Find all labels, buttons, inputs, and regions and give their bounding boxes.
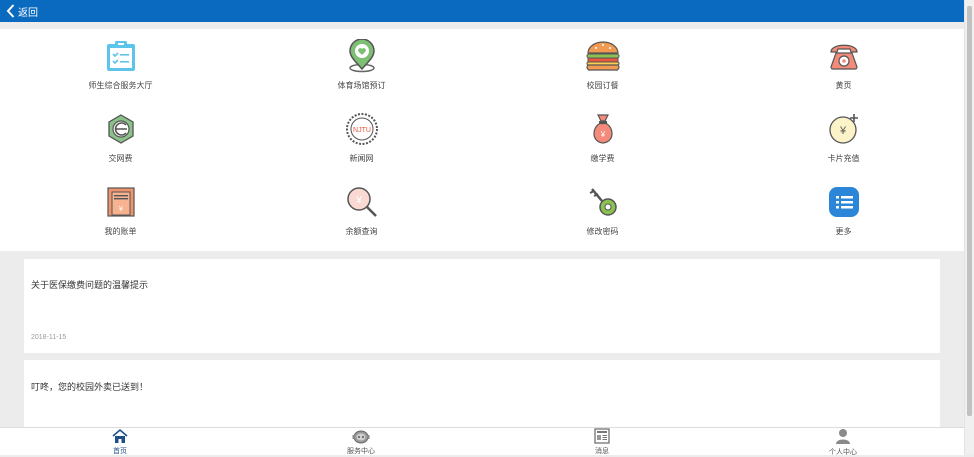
- grid-item-my-bill[interactable]: ¥ 我的账单: [0, 184, 241, 246]
- seal-text: NJTU: [353, 127, 371, 134]
- key-icon: [585, 184, 621, 220]
- grid-item-change-password[interactable]: 修改密码: [482, 184, 723, 246]
- tab-label: 服务中心: [347, 448, 375, 455]
- grid-item-card-recharge[interactable]: ¥ 卡片充值: [723, 111, 964, 173]
- tab-profile[interactable]: 个人中心: [783, 428, 903, 456]
- newspaper-icon: [594, 428, 610, 444]
- svg-text:¥: ¥: [119, 206, 123, 213]
- grid-item-tuition[interactable]: ¥ 缴学费: [482, 111, 723, 173]
- more-list-icon: [826, 184, 862, 220]
- burger-icon: [585, 38, 621, 74]
- grid-item-label: 黄页: [835, 81, 852, 90]
- grid-item-label: 余额查询: [345, 227, 378, 236]
- tab-service-center[interactable]: 服务中心: [301, 428, 421, 455]
- back-label: 返回: [18, 7, 38, 19]
- grid-item-label: 师生综合服务大厅: [88, 81, 153, 90]
- svg-text:¥: ¥: [838, 125, 846, 137]
- grid-item-label: 体育场馆预订: [337, 81, 386, 90]
- grid-item-more[interactable]: 更多: [723, 184, 964, 246]
- grid-item-label: 我的账单: [104, 227, 137, 236]
- e-network-icon: [103, 111, 139, 147]
- tab-messages[interactable]: 消息: [542, 428, 662, 455]
- grid-item-label: 卡片充值: [827, 154, 860, 163]
- grid-item-label: 校园订餐: [586, 81, 619, 90]
- telephone-icon: [826, 38, 862, 74]
- notice-title: 叮咚，您的校园外卖已送到！: [31, 382, 149, 392]
- clipboard-checklist-icon: [103, 38, 139, 74]
- grid-item-balance[interactable]: ¥ 余额查询: [241, 184, 482, 246]
- svg-text:¥: ¥: [355, 195, 362, 206]
- notice-card[interactable]: 关于医保缴费问题的温馨提示 2018-11-15: [24, 259, 940, 353]
- service-robot-icon: [352, 428, 370, 444]
- scrollbar-thumb[interactable]: [967, 6, 972, 416]
- scrollbar[interactable]: [964, 0, 974, 454]
- bottom-nav: 首页 服务中心 消息 个人中心: [0, 427, 964, 456]
- grid-item-yellow-pages[interactable]: 黄页: [723, 38, 964, 100]
- grid-item-label: 交网费: [108, 154, 133, 163]
- tab-home[interactable]: 首页: [60, 428, 180, 455]
- notice-card[interactable]: 叮咚，您的校园外卖已送到！: [24, 360, 940, 427]
- grid-item-venue-booking[interactable]: 体育场馆预订: [241, 38, 482, 100]
- tab-label: 消息: [595, 448, 609, 455]
- grid-item-label: 缴学费: [590, 154, 615, 163]
- svg-text:¥: ¥: [599, 130, 605, 139]
- money-bag-icon: ¥: [585, 111, 621, 147]
- person-icon: [835, 428, 851, 445]
- grid-item-campus-meal[interactable]: 校园订餐: [482, 38, 723, 100]
- grid-item-label: 更多: [835, 227, 852, 236]
- top-bar: 返回: [0, 0, 964, 22]
- chevron-left-icon: [6, 4, 15, 18]
- tab-label: 首页: [113, 448, 127, 455]
- tab-label: 个人中心: [829, 449, 857, 456]
- balance-search-icon: ¥: [344, 184, 380, 220]
- location-pin-heart-icon: [344, 38, 380, 74]
- bill-icon: ¥: [103, 184, 139, 220]
- home-icon: [112, 428, 128, 444]
- grid-item-label: 修改密码: [586, 227, 619, 236]
- notice-title: 关于医保缴费问题的温馨提示: [31, 280, 149, 290]
- notice-date: 2018-11-15: [31, 334, 67, 341]
- grid-item-service-hall[interactable]: 师生综合服务大厅: [0, 38, 241, 100]
- grid-item-network-fee[interactable]: 交网费: [0, 111, 241, 173]
- back-button[interactable]: 返回: [0, 4, 38, 19]
- service-grid: 师生综合服务大厅 体育场馆预订 校园订餐 黄页 交网费 NJTU 新闻网 ¥ 缴…: [0, 29, 964, 251]
- njtu-seal-icon: NJTU: [344, 111, 380, 147]
- grid-item-news[interactable]: NJTU 新闻网: [241, 111, 482, 173]
- yen-plus-icon: ¥: [826, 111, 862, 147]
- grid-item-label: 新闻网: [349, 154, 374, 163]
